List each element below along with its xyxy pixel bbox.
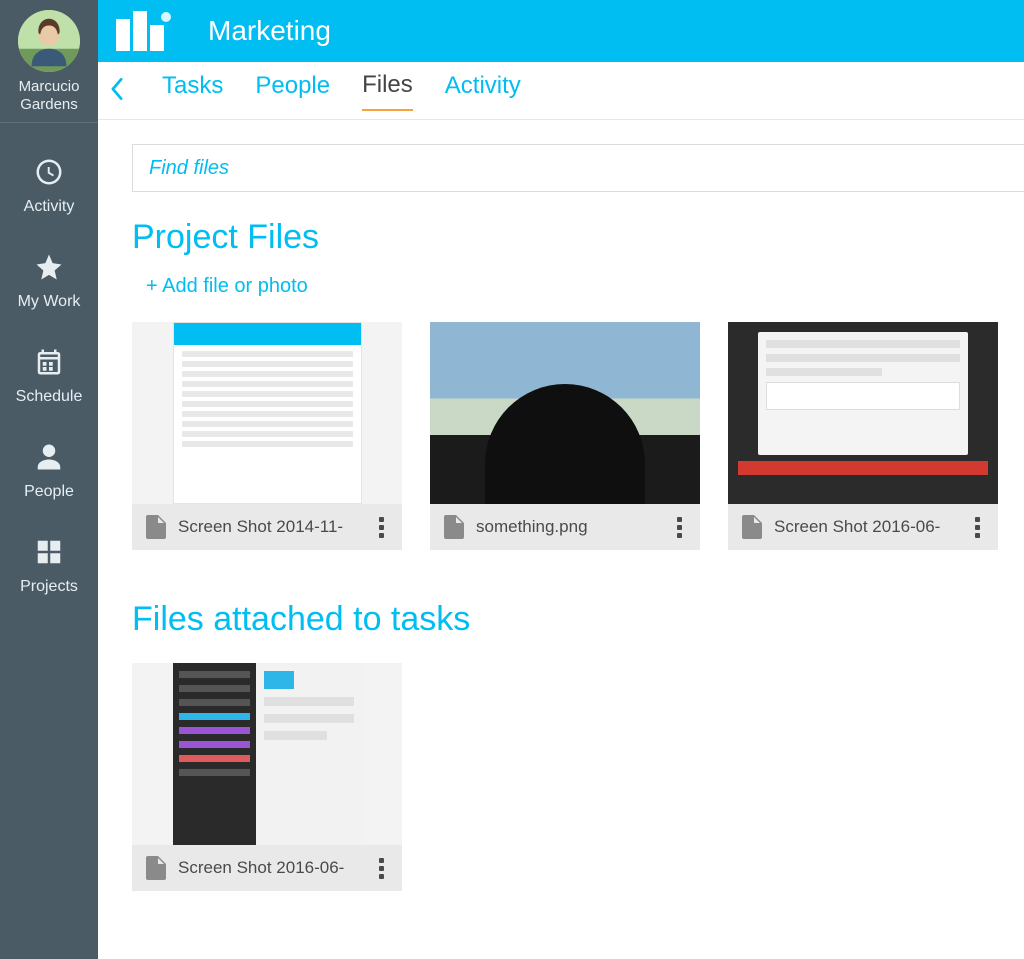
file-info-bar: Screen Shot 2016-06- xyxy=(132,845,402,891)
content-area: Project Files + Add file or photo Screen… xyxy=(98,120,1024,959)
back-button[interactable] xyxy=(104,78,130,104)
sidebar-item-label: Projects xyxy=(20,578,78,595)
tabs-row: Tasks People Files Activity xyxy=(98,62,1024,120)
user-avatar[interactable] xyxy=(18,10,80,72)
file-icon xyxy=(444,515,464,539)
tab-files[interactable]: Files xyxy=(362,71,413,111)
file-name: something.png xyxy=(476,517,656,537)
sidebar-item-projects[interactable]: Projects xyxy=(0,519,98,614)
chevron-left-icon xyxy=(110,80,124,105)
file-name: Screen Shot 2016-06- xyxy=(178,858,358,878)
sidebar-item-schedule[interactable]: Schedule xyxy=(0,329,98,424)
sidebar-item-label: Activity xyxy=(24,198,75,215)
search-input[interactable] xyxy=(132,144,1024,192)
sidebar-item-mywork[interactable]: My Work xyxy=(0,234,98,329)
file-menu-button[interactable] xyxy=(370,858,392,879)
file-icon xyxy=(742,515,762,539)
file-thumbnail xyxy=(430,322,700,504)
sidebar-item-activity[interactable]: Activity xyxy=(0,139,98,234)
file-info-bar: Screen Shot 2016-06- xyxy=(728,504,998,550)
grid-icon xyxy=(0,537,98,572)
file-thumbnail xyxy=(728,322,998,504)
tab-people[interactable]: People xyxy=(255,72,330,110)
file-icon xyxy=(146,856,166,880)
sidebar-item-label: People xyxy=(24,483,74,500)
file-card[interactable]: Screen Shot 2016-06- xyxy=(132,663,402,891)
file-menu-button[interactable] xyxy=(370,517,392,538)
page-title: Marketing xyxy=(208,15,331,47)
tab-tasks[interactable]: Tasks xyxy=(162,72,223,110)
sidebar-item-people[interactable]: People xyxy=(0,424,98,519)
section-title-task-files: Files attached to tasks xyxy=(132,600,1024,639)
file-menu-button[interactable] xyxy=(966,517,988,538)
calendar-icon xyxy=(0,347,98,382)
sidebar-item-label: Schedule xyxy=(16,388,83,405)
file-menu-button[interactable] xyxy=(668,517,690,538)
file-thumbnail xyxy=(132,663,402,845)
file-icon xyxy=(146,515,166,539)
sidebar-nav: Activity My Work Schedule People Project xyxy=(0,139,98,614)
person-icon xyxy=(0,442,98,477)
sidebar: Marcucio Gardens Activity My Work Schedu… xyxy=(0,0,98,959)
clock-icon xyxy=(0,157,98,192)
user-name: Marcucio Gardens xyxy=(0,78,98,122)
main-area: Marketing Tasks People Files Activity Pr… xyxy=(98,0,1024,959)
project-files-grid: Screen Shot 2014-11- something.png xyxy=(132,322,1024,550)
star-icon xyxy=(0,252,98,287)
file-info-bar: Screen Shot 2014-11- xyxy=(132,504,402,550)
app-logo[interactable] xyxy=(116,11,174,51)
sidebar-divider xyxy=(0,122,98,123)
top-bar: Marketing xyxy=(98,0,1024,62)
file-name: Screen Shot 2014-11- xyxy=(178,517,358,537)
file-info-bar: something.png xyxy=(430,504,700,550)
file-card[interactable]: something.png xyxy=(430,322,700,550)
add-file-button[interactable]: + Add file or photo xyxy=(146,275,308,298)
task-files-grid: Screen Shot 2016-06- xyxy=(132,663,1024,891)
file-card[interactable]: Screen Shot 2014-11- xyxy=(132,322,402,550)
file-thumbnail xyxy=(132,322,402,504)
file-card[interactable]: Screen Shot 2016-06- xyxy=(728,322,998,550)
sidebar-item-label: My Work xyxy=(18,293,81,310)
tab-activity[interactable]: Activity xyxy=(445,72,521,110)
file-name: Screen Shot 2016-06- xyxy=(774,517,954,537)
section-title-project-files: Project Files xyxy=(132,218,1024,257)
